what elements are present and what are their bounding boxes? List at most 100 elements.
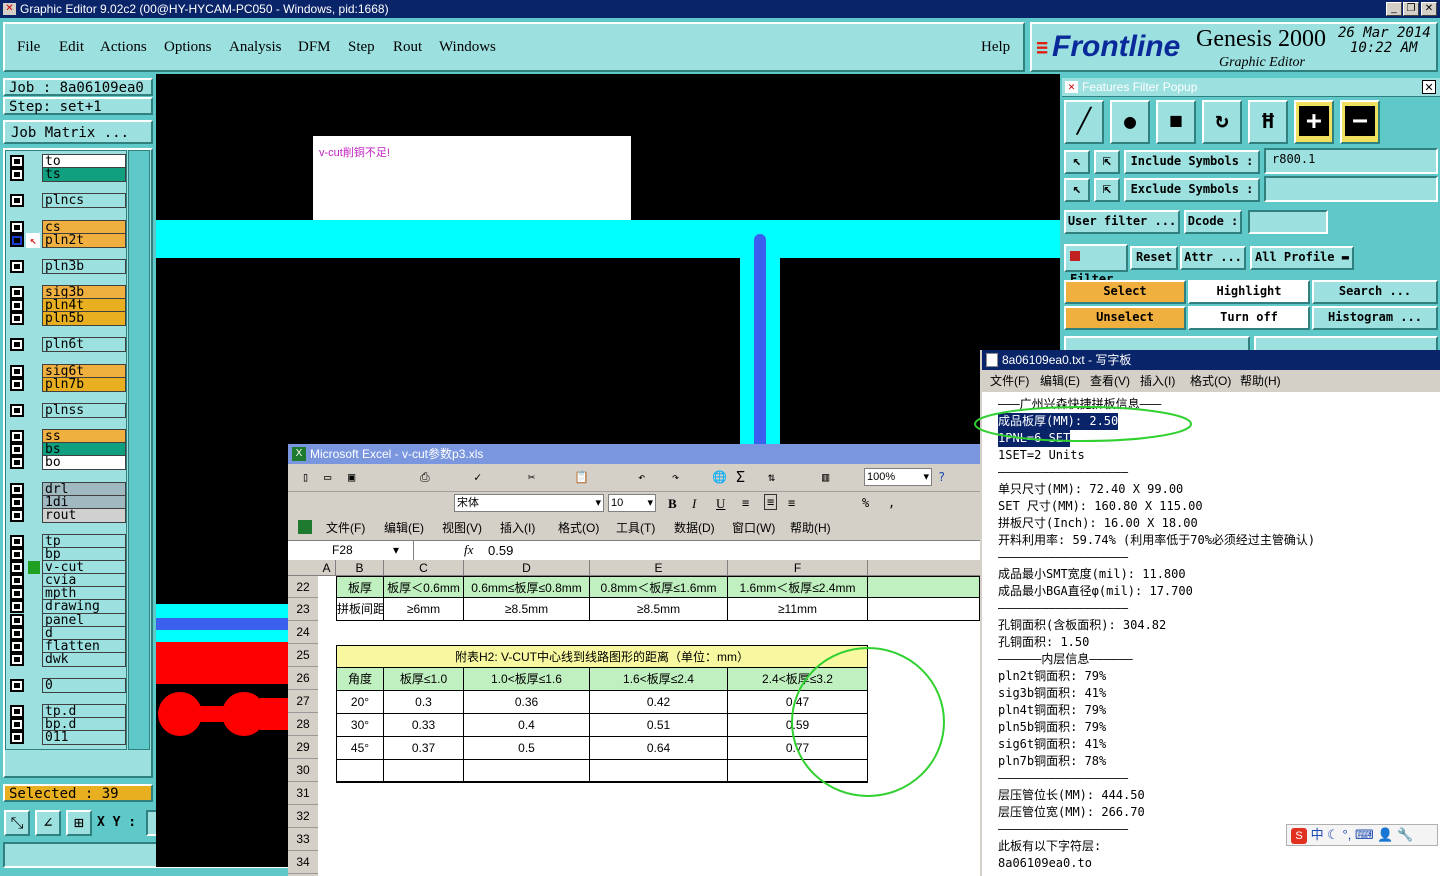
layer-checkbox[interactable] bbox=[10, 731, 24, 745]
menu-dfm[interactable]: DFM bbox=[298, 39, 331, 56]
excel-menu-edit[interactable]: 编辑(E) bbox=[384, 516, 424, 540]
note-box[interactable]: v-cut削铜不足! bbox=[313, 136, 631, 226]
layer-checkbox[interactable] bbox=[10, 652, 24, 666]
table-header-cell-1[interactable]: 板厚≤1.0 bbox=[384, 668, 464, 691]
layer-checkbox[interactable] bbox=[10, 508, 24, 522]
row-header-23[interactable]: 23 bbox=[288, 598, 318, 621]
zoom-select[interactable]: 100% ▾ bbox=[864, 468, 932, 486]
open-icon[interactable]: ▭ bbox=[324, 470, 331, 484]
cell-r22-2[interactable]: 0.6mm≤板厚≤0.8mm bbox=[464, 576, 590, 598]
layer-row-pln5b[interactable]: pln5b bbox=[10, 311, 126, 327]
table-cell-r0-c2[interactable]: 0.36 bbox=[464, 691, 590, 714]
layer-checkbox[interactable] bbox=[10, 338, 24, 352]
exclude-pick-icon[interactable]: ↖ bbox=[1064, 178, 1090, 202]
layer-checkbox[interactable] bbox=[10, 155, 24, 168]
arc-symbol-icon[interactable]: ↻ bbox=[1202, 100, 1242, 144]
comma-icon[interactable]: , bbox=[888, 496, 895, 510]
font-select[interactable]: 宋体 ▾ bbox=[454, 494, 604, 512]
layer-checkbox[interactable] bbox=[10, 168, 24, 182]
layer-row-plncs[interactable]: plncs bbox=[10, 193, 126, 209]
row-header-27[interactable]: 27 bbox=[288, 690, 318, 713]
menu-options[interactable]: Options bbox=[164, 39, 212, 56]
row-header-29[interactable]: 29 bbox=[288, 736, 318, 759]
layer-row-ts[interactable]: ts bbox=[10, 167, 126, 183]
layer-checkbox[interactable] bbox=[10, 705, 24, 719]
table-cell-r1-c4[interactable]: 0.59 bbox=[728, 714, 868, 737]
layer-checkbox[interactable] bbox=[10, 312, 24, 326]
name-box[interactable]: F28 ▾ bbox=[292, 541, 414, 560]
layer-checkbox[interactable] bbox=[10, 377, 24, 391]
surface-symbol-icon[interactable]: ◼ bbox=[1156, 100, 1196, 144]
wp-menu-view[interactable]: 查看(V) bbox=[1090, 370, 1130, 392]
layer-name[interactable]: plncs bbox=[42, 193, 126, 209]
menu-help[interactable]: Help bbox=[981, 39, 1010, 56]
layer-name[interactable]: pln2t bbox=[42, 232, 126, 248]
layer-checkbox[interactable] bbox=[10, 403, 24, 417]
layer-checkbox[interactable] bbox=[10, 430, 24, 444]
table-cell-r0-c1[interactable]: 0.3 bbox=[384, 691, 464, 714]
chart-icon[interactable]: ▥ bbox=[822, 470, 829, 484]
column-header-D[interactable]: D bbox=[464, 560, 590, 576]
menu-analysis[interactable]: Analysis bbox=[229, 39, 282, 56]
cell-r22-4[interactable]: 1.6mm＜板厚≤2.4mm bbox=[728, 576, 868, 598]
layer-checkbox[interactable] bbox=[10, 548, 24, 561]
cell-r22-1[interactable]: 板厚＜0.6mm bbox=[384, 576, 464, 598]
sheet-grid[interactable]: 板厚 板厚＜0.6mm 0.6mm≤板厚≤0.8mm 0.8mm＜板厚≤1.6mm 1.… bbox=[318, 576, 980, 876]
layer-row-pln3b[interactable]: pln3b bbox=[10, 258, 126, 274]
table-cell-r1-c2[interactable]: 0.4 bbox=[464, 714, 590, 737]
table-cell-r1-c0[interactable]: 30° bbox=[336, 714, 384, 737]
measure-button[interactable]: ∠ bbox=[35, 810, 61, 836]
row-header-31[interactable]: 31 bbox=[288, 782, 318, 805]
layer-checkbox[interactable] bbox=[10, 534, 24, 548]
save-icon[interactable]: ▣ bbox=[348, 470, 355, 484]
layer-row-011[interactable]: 011 bbox=[10, 730, 126, 746]
table-header-cell-2[interactable]: 1.0<板厚≤1.6 bbox=[464, 668, 590, 691]
layer-row-plnss[interactable]: plnss bbox=[10, 402, 126, 418]
exclude-symbols-input[interactable] bbox=[1264, 176, 1438, 202]
table-cell-r0-c3[interactable]: 0.42 bbox=[590, 691, 728, 714]
row-header-30[interactable]: 30 bbox=[288, 759, 318, 782]
column-header-B[interactable]: B bbox=[336, 560, 384, 576]
layer-row-pln2t[interactable]: ↖ pln2t bbox=[10, 232, 126, 248]
layer-checkbox[interactable] bbox=[10, 587, 24, 601]
table-header-cell-4[interactable]: 2.4<板厚≤3.2 bbox=[728, 668, 868, 691]
highlight-button[interactable]: Highlight bbox=[1188, 280, 1310, 304]
print-icon[interactable]: ⎙ bbox=[420, 470, 430, 485]
layer-checkbox[interactable] bbox=[10, 194, 24, 208]
excel-menu-tools[interactable]: 工具(T) bbox=[616, 516, 655, 540]
table-header-cell-0[interactable]: 角度 bbox=[336, 668, 384, 691]
unselect-button[interactable]: Unselect bbox=[1064, 306, 1186, 330]
excel-menu-view[interactable]: 视图(V) bbox=[442, 516, 482, 540]
select-button[interactable]: Select bbox=[1064, 280, 1186, 304]
row-header-28[interactable]: 28 bbox=[288, 713, 318, 736]
paste-icon[interactable]: 📋 bbox=[574, 470, 589, 484]
table-empty-cell-1[interactable] bbox=[384, 760, 464, 783]
autosum-icon[interactable]: Σ bbox=[736, 468, 745, 486]
text-symbol-icon[interactable]: Ħ bbox=[1248, 100, 1288, 144]
cell-r23-2[interactable]: ≥8.5mm bbox=[464, 598, 590, 621]
layer-scrollbar[interactable] bbox=[128, 150, 150, 750]
layer-checkbox[interactable] bbox=[10, 286, 24, 299]
excel-menu-format[interactable]: 格式(O) bbox=[558, 516, 599, 540]
table-cell-r0-c0[interactable]: 20° bbox=[336, 691, 384, 714]
layer-checkbox[interactable] bbox=[10, 626, 24, 640]
align-left-icon[interactable]: ≡ bbox=[742, 496, 749, 510]
table-cell-r1-c1[interactable]: 0.33 bbox=[384, 714, 464, 737]
percent-icon[interactable]: % bbox=[862, 496, 869, 510]
layer-checkbox[interactable] bbox=[10, 639, 24, 653]
snap-grid-button[interactable]: ⊞ bbox=[66, 810, 92, 836]
positive-polarity-icon[interactable]: + bbox=[1294, 100, 1334, 144]
reset-button[interactable]: Reset bbox=[1130, 246, 1178, 270]
underline-icon[interactable]: U bbox=[716, 496, 725, 512]
turn-off-button[interactable]: Turn off bbox=[1188, 306, 1310, 330]
table-cell-r2-c0[interactable]: 45° bbox=[336, 737, 384, 760]
layer-checkbox[interactable] bbox=[10, 495, 24, 509]
layer-checkbox[interactable] bbox=[10, 259, 24, 273]
table-empty-cell-4[interactable] bbox=[728, 760, 868, 783]
cell-r23-0[interactable]: 拼板间距 bbox=[336, 598, 384, 621]
include-pick-icon[interactable]: ↖ bbox=[1064, 150, 1090, 174]
layer-name[interactable]: 011 bbox=[42, 730, 126, 746]
user-filter-button[interactable]: User filter ... bbox=[1064, 210, 1180, 234]
dcode-input[interactable] bbox=[1248, 210, 1328, 234]
wordpad-document[interactable]: ———广州兴森快捷拼板信息——— 成品板厚(MM): 2.50 1PNL=6 SET… bbox=[982, 392, 1440, 876]
